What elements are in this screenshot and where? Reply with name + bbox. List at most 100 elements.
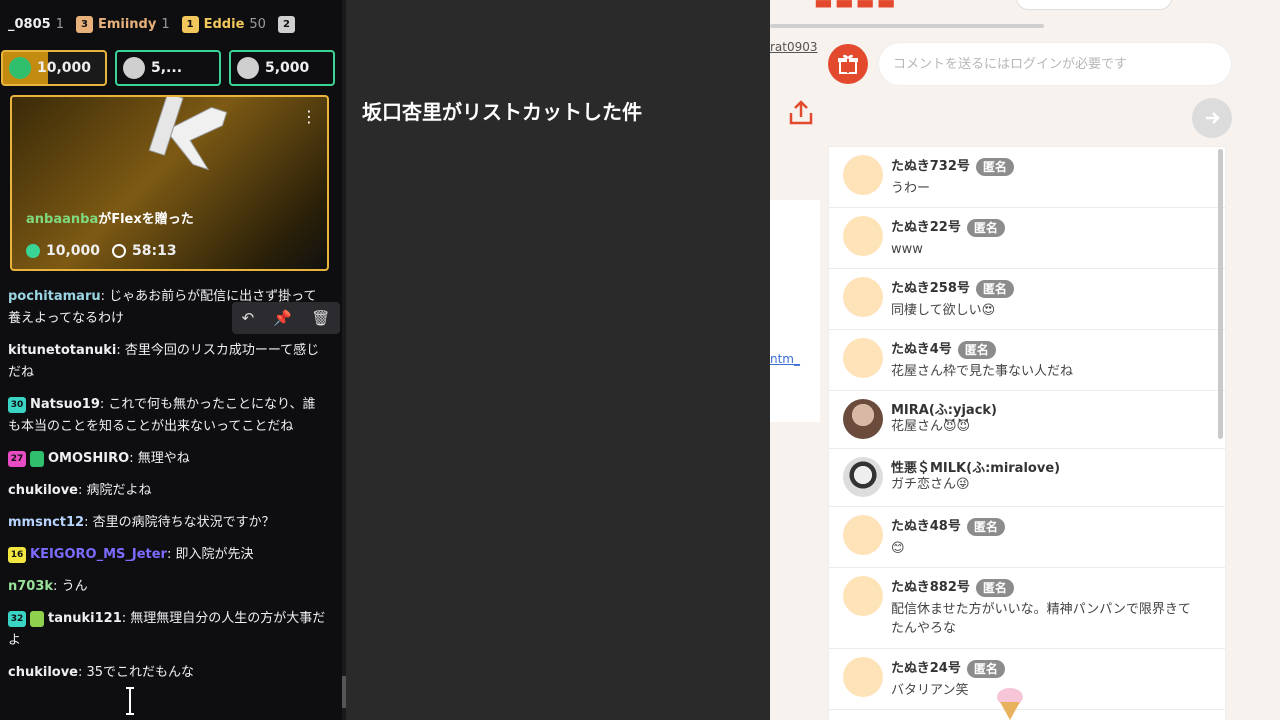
comment-item: たぬき882号 匿名 配信休ませた方がいいな。精神パンパンで限界きてたんやろな [829, 568, 1225, 649]
broadcast-page: ▬▬▬▬ rat0903 ntm_ コメントを送るにはログインが必要です たぬき… [770, 0, 1280, 720]
chat-username[interactable]: OMOSHIRO [48, 451, 129, 466]
tanuki-avatar[interactable] [843, 515, 883, 555]
chat-message[interactable]: chukilove: 35でこれだもんな [0, 662, 336, 684]
stream-topic-title: 坂口杏里がリストカットした件 [362, 100, 642, 124]
comment-item: 性悪＄MILK(ふ:miralove) ガチ恋さん😜 [829, 449, 1225, 507]
comment-item: たぬき732号 匿名 うわー [829, 147, 1225, 208]
chat-message[interactable]: n703k: うん [0, 576, 336, 598]
comment-author[interactable]: たぬき882号 [891, 580, 970, 595]
gift-value: 10,000 [37, 60, 92, 76]
chat-message[interactable]: chukilove: 病院だよね [0, 480, 336, 502]
chat-message[interactable]: mmsnct12: 杏里の病院待ちな状況ですか？ [0, 512, 336, 534]
user-id-link[interactable]: rat0903 [770, 40, 818, 54]
comment-input[interactable]: コメントを送るにはログインが必要です [878, 42, 1232, 86]
tanuki-avatar[interactable] [843, 576, 883, 616]
avatar-icon [123, 57, 145, 79]
leaderboard-score: 1 [55, 16, 64, 32]
leaderboard-entry[interactable]: 1 Eddie 50 [181, 15, 266, 33]
rank-badge: 3 [75, 15, 93, 33]
chat-username[interactable]: mmsnct12 [8, 515, 84, 530]
user-avatar[interactable] [843, 399, 883, 439]
gift-button[interactable] [828, 44, 868, 84]
k-pendant-icon [148, 97, 228, 171]
send-button[interactable] [1192, 98, 1232, 138]
comment-author[interactable]: たぬき4号 [891, 342, 952, 357]
subscriber-badge: 16 [8, 546, 26, 563]
anonymous-badge: 匿名 [957, 340, 996, 359]
chat-username[interactable]: kitunetotanuki [8, 343, 116, 358]
text-cursor-icon [126, 687, 134, 715]
gifter-badge-icon [30, 450, 44, 467]
pin-icon[interactable]: 📌 [273, 309, 292, 327]
gift-value: 5,... [151, 60, 183, 76]
comment-text: バタリアン笑 [891, 683, 969, 698]
comment-author[interactable]: たぬき732号 [891, 159, 970, 174]
comment-text: www [891, 242, 923, 257]
partial-link[interactable]: ntm_ [770, 352, 800, 366]
clock-icon [112, 244, 127, 258]
site-logo[interactable]: ▬▬▬▬ [814, 0, 898, 14]
chat-message[interactable]: 32 tanuki121: 無理無理自分の人生の方が大事だよ [0, 608, 336, 652]
comment-author[interactable]: MIRA(ふ:yjack) [891, 403, 997, 418]
share-icon[interactable] [786, 98, 816, 128]
comment-author[interactable]: 性悪＄MILK(ふ:miralove) [891, 461, 1060, 476]
user-avatar[interactable] [843, 457, 883, 497]
message-actions: ↶ 📌 🗑 [232, 302, 340, 334]
chat-text: 杏里の病院待ちな状況ですか？ [92, 515, 275, 530]
sparkle-badge-icon [30, 610, 44, 627]
ice-cream-icon [997, 688, 1023, 720]
chat-username[interactable]: pochitamaru [8, 289, 101, 304]
anonymous-badge: 匿名 [975, 578, 1014, 597]
delete-icon[interactable]: 🗑 [311, 309, 330, 327]
comment-author[interactable]: たぬき22号 [891, 220, 961, 235]
rank-badge: 1 [181, 15, 199, 33]
gift-leader-1[interactable]: 10,000 [1, 50, 107, 86]
subscriber-badge: 32 [8, 610, 26, 627]
comment-item: たぬき22号 匿名 www [829, 208, 1225, 269]
tanuki-avatar[interactable] [843, 338, 883, 378]
comment-item: たぬき4号 匿名 花屋さん枠で見た事ない人だね [829, 330, 1225, 391]
leaderboard-score: 1 [161, 16, 170, 32]
leaderboard-entry[interactable]: _0805 1 [8, 17, 64, 32]
header-pill-button[interactable] [1016, 0, 1172, 10]
tanuki-avatar[interactable] [843, 216, 883, 256]
send-arrow-icon [1206, 112, 1220, 124]
chat-message[interactable]: kitunetotanuki: 杏里今回のリスカ成功ーーて感じだね [0, 340, 336, 384]
screen: _0805 1 3 Emiindy 1 1 Eddie 50 2 10,000 [0, 0, 1280, 720]
more-options-icon[interactable]: ⋮ [301, 107, 317, 126]
chat-text: 無理やね [137, 451, 190, 466]
avatar-icon [237, 57, 259, 79]
chat-username[interactable]: Natsuo19 [30, 397, 100, 412]
chat-username[interactable]: KEIGORO_MS_Jeter [30, 547, 167, 562]
gift-leader-3[interactable]: 5,000 [229, 50, 335, 86]
chat-message[interactable]: 30 Natsuo19: これで何も無かったことになり、誰も本当のことを知ることが… [0, 394, 336, 438]
flex-gift-card: ⋮ anbaanbaがFlexを贈った 10,000 58:13 [10, 95, 329, 271]
tanuki-avatar[interactable] [843, 657, 883, 697]
chat-message[interactable]: 27 OMOSHIRO: 無理やね [0, 448, 336, 470]
chat-text: 35でこれだもんな [86, 665, 195, 680]
gift-leader-2[interactable]: 5,... [115, 50, 221, 86]
comment-author[interactable]: たぬき258号 [891, 281, 970, 296]
comment-text: 花屋さん枠で見た事ない人だね [891, 364, 1074, 379]
reply-icon[interactable]: ↶ [242, 309, 255, 327]
comment-author[interactable]: たぬき24号 [891, 661, 961, 676]
flex-timer: 58:13 [132, 243, 177, 259]
chat-message[interactable]: 16 KEIGORO_MS_Jeter: 即入院が先決 [0, 544, 336, 566]
subscriber-badge: 27 [8, 450, 26, 467]
flex-sender: anbaanba [26, 212, 99, 227]
chat-username[interactable]: n703k [8, 579, 53, 594]
comment-author[interactable]: たぬき48号 [891, 519, 961, 534]
leaderboard-entry[interactable]: 3 Emiindy 1 [75, 15, 170, 33]
chat-username[interactable]: tanuki121 [48, 611, 122, 626]
tanuki-avatar[interactable] [843, 155, 883, 195]
comment-scrollbar[interactable] [1218, 149, 1223, 439]
chat-username[interactable]: chukilove [8, 665, 78, 680]
chat-username[interactable]: chukilove [8, 483, 78, 498]
horizontal-scrollbar[interactable] [770, 24, 1044, 28]
tanuki-avatar[interactable] [843, 277, 883, 317]
gift-leaders: 10,000 5,... 5,000 [1, 50, 335, 86]
flex-action: がFlexを贈った [98, 212, 194, 227]
comment-text: 花屋さん😈😈 [891, 419, 971, 434]
comment-text: 同棲して欲しい😍 [891, 303, 996, 318]
leaderboard-entry[interactable]: 2 [277, 15, 300, 33]
